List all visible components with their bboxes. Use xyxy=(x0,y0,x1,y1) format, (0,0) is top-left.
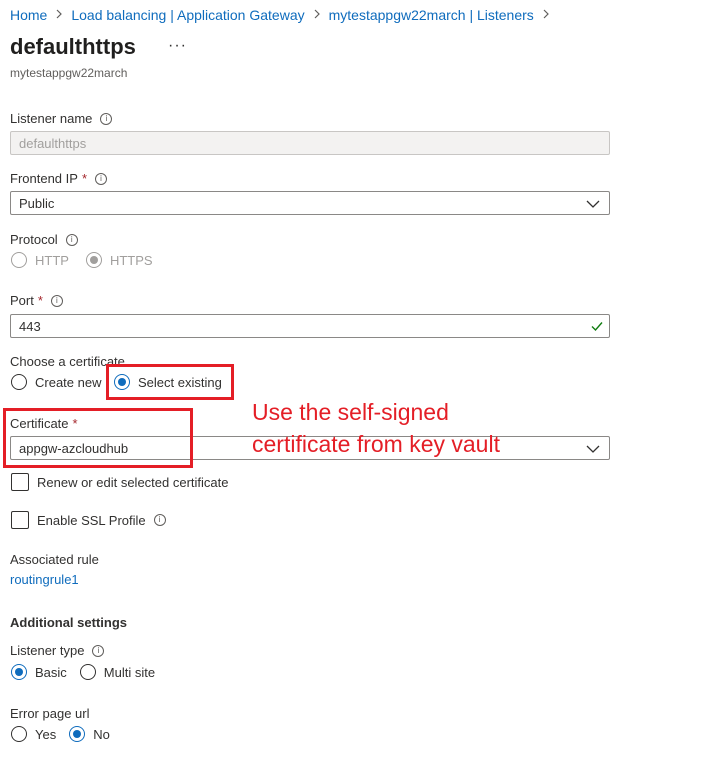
protocol-label-text: Protocol xyxy=(10,232,58,247)
checkmark-icon xyxy=(591,322,603,332)
radio-yes[interactable] xyxy=(11,726,27,742)
radio-https[interactable] xyxy=(85,252,102,268)
renew-certificate-checkbox[interactable] xyxy=(11,473,29,491)
radio-no-label: No xyxy=(93,726,110,742)
renew-certificate-option: Renew or edit selected certificate xyxy=(11,473,228,491)
annotation-text: Use the self-signed certificate from key… xyxy=(252,396,500,460)
listener-name-label: Listener name i xyxy=(10,111,113,126)
required-marker: * xyxy=(81,171,87,186)
choose-certificate-create-new: Create new xyxy=(11,374,101,390)
highlight-box-select-existing xyxy=(106,364,234,400)
radio-https-label: HTTPS xyxy=(109,252,153,268)
info-icon[interactable]: i xyxy=(65,233,78,246)
chevron-right-icon xyxy=(56,9,63,22)
frontend-ip-label: Frontend IP * i xyxy=(10,171,107,186)
listener-name-label-text: Listener name xyxy=(10,111,93,126)
error-page-url-label: Error page url xyxy=(10,706,90,721)
radio-yes-label: Yes xyxy=(35,726,57,742)
port-label: Port * i xyxy=(10,293,63,308)
info-icon[interactable]: i xyxy=(92,644,105,657)
port-value: 443 xyxy=(19,318,41,334)
frontend-ip-dropdown[interactable]: Public xyxy=(10,191,610,215)
info-icon[interactable]: i xyxy=(95,172,107,185)
associated-rule-link[interactable]: routingrule1 xyxy=(10,572,79,587)
ssl-profile-option: Enable SSL Profile i xyxy=(11,511,166,529)
chevron-right-icon xyxy=(543,9,549,22)
port-input[interactable]: 443 xyxy=(10,314,610,338)
annotation-line-2: certificate from key vault xyxy=(252,431,500,457)
more-icon[interactable]: ··· xyxy=(168,37,187,55)
ssl-profile-checkbox[interactable] xyxy=(11,511,29,529)
radio-basic[interactable] xyxy=(11,664,27,680)
breadcrumb-load-balancing[interactable]: Load balancing | Application Gateway xyxy=(71,7,304,23)
radio-create-new[interactable] xyxy=(11,374,27,390)
error-page-url-options: Yes No xyxy=(11,726,110,742)
breadcrumb: Home Load balancing | Application Gatewa… xyxy=(10,7,558,23)
listener-type-options: Basic Multi site xyxy=(11,664,155,680)
chevron-right-icon xyxy=(314,9,320,22)
protocol-options: HTTP HTTPS xyxy=(11,252,153,268)
radio-no[interactable] xyxy=(69,726,86,742)
info-icon[interactable]: i xyxy=(153,514,166,526)
radio-create-new-label: Create new xyxy=(35,374,102,390)
additional-settings-heading: Additional settings xyxy=(10,615,127,630)
listener-name-input[interactable]: defaulthttps xyxy=(10,131,610,155)
required-marker: * xyxy=(37,293,43,308)
radio-basic-label: Basic xyxy=(35,664,67,680)
page-title: defaulthttps xyxy=(10,34,136,59)
port-label-text: Port xyxy=(10,293,34,308)
radio-http-label: HTTP xyxy=(35,252,69,268)
info-icon[interactable]: i xyxy=(100,112,113,125)
chevron-down-icon xyxy=(586,445,600,453)
renew-certificate-label: Renew or edit selected certificate xyxy=(37,474,229,490)
radio-multi-site-label: Multi site xyxy=(103,664,156,680)
highlight-box-certificate xyxy=(3,408,193,468)
frontend-ip-value: Public xyxy=(19,195,55,211)
annotation-line-1: Use the self-signed xyxy=(252,399,449,425)
breadcrumb-home[interactable]: Home xyxy=(10,7,47,23)
info-icon[interactable]: i xyxy=(50,294,63,307)
chevron-down-icon xyxy=(586,200,600,208)
listener-type-label-text: Listener type xyxy=(10,643,85,658)
breadcrumb-listeners[interactable]: mytestappgw22march | Listeners xyxy=(329,7,534,23)
associated-rule-label: Associated rule xyxy=(10,552,99,567)
listener-type-label: Listener type i xyxy=(10,643,105,658)
radio-multi-site[interactable] xyxy=(79,664,96,680)
ssl-profile-label: Enable SSL Profile xyxy=(37,512,146,528)
protocol-label: Protocol i xyxy=(10,232,78,247)
frontend-ip-label-text: Frontend IP xyxy=(10,171,78,186)
page-subtitle: mytestappgw22march xyxy=(10,66,128,80)
radio-http[interactable] xyxy=(11,252,27,268)
